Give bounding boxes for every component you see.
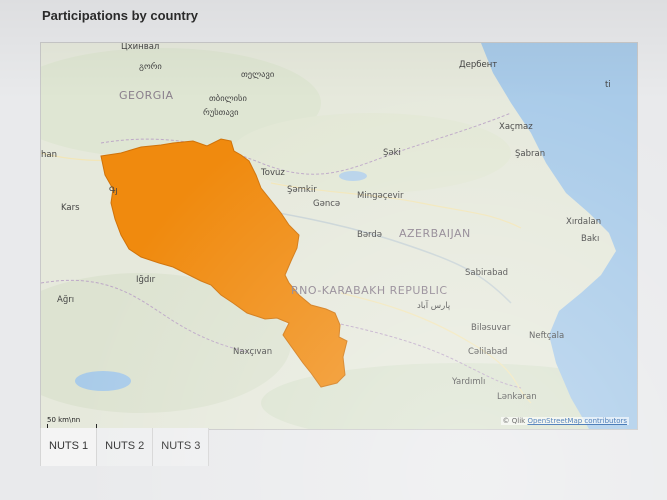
- map-label-yardimli: Yardımlı: [451, 377, 485, 387]
- map-scalebar: 50 km\nn: [47, 416, 97, 429]
- map-label-sabirabad: Sabirabad: [465, 268, 508, 278]
- map-label-parsabad: پارس آباد: [417, 299, 451, 311]
- map-label-nakhchivan: Naxçıvan: [233, 347, 272, 357]
- map-label-tbilisi: თბილისი: [209, 93, 247, 104]
- terrain-shade: [231, 113, 511, 193]
- map-label-nkr: RNO-KARABAKH REPUBLIC: [291, 284, 448, 297]
- lake: [339, 171, 367, 181]
- map-label-igdir: Iğdır: [136, 275, 156, 285]
- map-label-derbent: Дербент: [459, 60, 497, 70]
- map-view[interactable]: Цхинвал გორი თელავი GEORGIA თბილისი რუსთ…: [40, 42, 638, 430]
- nuts-level-tabs: NUTS 1 NUTS 2 NUTS 3: [40, 428, 210, 466]
- map-label-georgia: GEORGIA: [119, 89, 174, 102]
- map-label-rustavi: რუსთავი: [203, 107, 239, 118]
- map-label-xacmaz: Xaçmaz: [499, 122, 533, 132]
- map-attribution: © Qlik OpenStreetMap contributors: [500, 417, 629, 425]
- map-label-tovuz: Tovuz: [260, 168, 285, 178]
- map-label-gori: გორი: [139, 61, 162, 72]
- attribution-link[interactable]: OpenStreetMap contributors: [527, 417, 627, 425]
- map-label-neftchala: Neftçala: [529, 331, 564, 341]
- scalebar-suffix: \nn: [69, 416, 81, 424]
- widget-title: Participations by country: [42, 8, 199, 23]
- map-label-sea-glyph: ti: [605, 80, 611, 90]
- map-label-mingachevir: Mingəçevir: [357, 191, 404, 201]
- tab-nuts-3[interactable]: NUTS 3: [153, 428, 210, 466]
- map-label-xirdalan: Xırdalan: [566, 217, 601, 227]
- map-label-azerbaijan: AZERBAIJAN: [399, 227, 471, 240]
- map-canvas[interactable]: Цхинвал გორი თელავი GEORGIA თბილისი რუსთ…: [41, 43, 637, 429]
- map-label-gyumri: Գյ: [109, 186, 118, 196]
- map-label-kars: Kars: [61, 203, 80, 213]
- tab-nuts-2[interactable]: NUTS 2: [97, 428, 154, 466]
- map-label-sheki: Şəki: [383, 148, 401, 158]
- map-label-baku: Bakı: [581, 234, 599, 244]
- map-label-bilesuvar: Biləsuvar: [471, 323, 511, 333]
- map-label-ganja: Gəncə: [313, 199, 340, 209]
- map-label-left-edge: han: [41, 150, 57, 160]
- map-label-telavi: თელავი: [241, 70, 274, 80]
- scalebar-label: 50 km: [47, 416, 70, 424]
- map-label-shabran: Şabran: [515, 149, 545, 159]
- map-label-lankaran: Lənkəran: [497, 392, 537, 402]
- map-label-celilabad: Cəlilabad: [468, 347, 507, 357]
- lake: [75, 371, 131, 391]
- map-label-agri: Ağrı: [57, 295, 74, 305]
- map-label-barda: Bərdə: [357, 230, 382, 240]
- map-label-tskhinvali: Цхинвал: [121, 43, 159, 52]
- attribution-prefix: © Qlik: [502, 417, 526, 425]
- tab-nuts-1[interactable]: NUTS 1: [40, 428, 98, 466]
- map-label-shamkir: Şəmkir: [287, 185, 317, 195]
